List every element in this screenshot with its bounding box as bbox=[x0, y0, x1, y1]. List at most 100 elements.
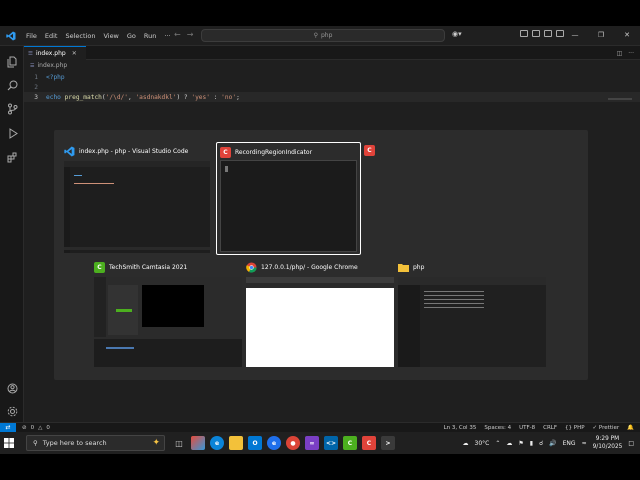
back-arrow-icon[interactable]: ← bbox=[174, 30, 181, 39]
line-ending[interactable]: CRLF bbox=[543, 425, 557, 431]
encoding[interactable]: UTF-8 bbox=[519, 425, 535, 431]
ternary-operator: ) ? bbox=[176, 93, 192, 101]
shield-icon[interactable]: ⚑ bbox=[518, 440, 523, 447]
copilot-icon[interactable]: ◉▾ bbox=[452, 30, 462, 38]
tab-close-icon[interactable]: ✕ bbox=[72, 50, 77, 57]
file-explorer-icon[interactable] bbox=[229, 436, 243, 450]
prettier-status[interactable]: ✓ Prettier bbox=[593, 425, 620, 431]
switcher-window-recording-region[interactable]: C RecordingRegionIndicator bbox=[216, 142, 361, 255]
restore-button[interactable]: ❐ bbox=[588, 26, 614, 46]
switcher-window-chrome[interactable]: 127.0.0.1/php/ - Google Chrome bbox=[246, 260, 394, 370]
vscode-taskbar-icon[interactable]: <> bbox=[324, 436, 338, 450]
toggle-panel-icon[interactable] bbox=[532, 30, 540, 37]
explorer-icon[interactable] bbox=[5, 55, 19, 69]
windows-start-icon[interactable] bbox=[0, 432, 18, 454]
toggle-primary-sidebar-icon[interactable] bbox=[520, 30, 528, 37]
language-mode[interactable]: {} PHP bbox=[565, 425, 585, 431]
menu-bar: File Edit Selection View Go Run ··· bbox=[22, 26, 175, 46]
problems-indicator[interactable]: ⊘ 0 △ 0 bbox=[22, 425, 50, 431]
window-thumbnail bbox=[220, 160, 357, 252]
notifications-bell-icon[interactable]: 🔔 bbox=[627, 425, 634, 431]
warning-count: 0 bbox=[46, 424, 50, 431]
search-highlight-icon: ✦ bbox=[152, 438, 160, 448]
toggle-secondary-sidebar-icon[interactable] bbox=[544, 30, 552, 37]
camtasia-recorder-icon[interactable]: C bbox=[364, 145, 375, 156]
terminal-icon[interactable]: > bbox=[381, 436, 395, 450]
menu-go[interactable]: Go bbox=[123, 26, 140, 46]
source-control-icon[interactable] bbox=[5, 102, 19, 116]
window-title: C RecordingRegionIndicator bbox=[220, 145, 312, 159]
weather-temp[interactable]: 30°C bbox=[475, 440, 490, 447]
no-string: 'no' bbox=[221, 93, 237, 101]
window-title: index.php - php - Visual Studio Code bbox=[64, 144, 188, 158]
network-icon[interactable]: ☌ bbox=[539, 440, 543, 447]
split-editor-icon[interactable]: ◫ bbox=[617, 50, 623, 57]
menu-run[interactable]: Run bbox=[140, 26, 160, 46]
run-debug-icon[interactable] bbox=[5, 126, 19, 140]
code-line: 2 bbox=[24, 82, 640, 92]
more-actions-icon[interactable]: ··· bbox=[628, 50, 634, 57]
language-label: PHP bbox=[573, 424, 585, 431]
taskbar-search[interactable]: ⚲ Type here to search ✦ bbox=[26, 435, 165, 451]
breadcrumb: ☰ index.php bbox=[30, 62, 67, 69]
account-icon[interactable] bbox=[5, 381, 19, 395]
vscode-logo-icon bbox=[2, 26, 20, 46]
camtasia-taskbar-icon[interactable]: C bbox=[343, 436, 357, 450]
edge-icon[interactable]: e bbox=[210, 436, 224, 450]
edge-dev-icon[interactable]: e bbox=[267, 436, 281, 450]
battery-icon[interactable]: ▮ bbox=[530, 440, 533, 447]
settings-gear-icon[interactable] bbox=[5, 404, 19, 418]
outlook-icon[interactable]: O bbox=[248, 436, 262, 450]
breadcrumb-file[interactable]: index.php bbox=[37, 62, 67, 69]
clock-time: 9:29 PM bbox=[595, 436, 620, 442]
menu-view[interactable]: View bbox=[99, 26, 122, 46]
function-name: preg_match bbox=[64, 93, 102, 101]
camtasia-icon: C bbox=[94, 261, 105, 273]
menu-file[interactable]: File bbox=[22, 26, 41, 46]
switcher-window-explorer[interactable]: php bbox=[398, 260, 546, 370]
command-center-label: php bbox=[320, 32, 333, 39]
task-view-icon[interactable]: ◫ bbox=[172, 436, 186, 450]
code-line-current: 3 echo preg_match ( '/\d/' , 'asdnakdkl'… bbox=[24, 92, 640, 102]
minimize-button[interactable]: — bbox=[562, 26, 588, 46]
tab-index-php[interactable]: ☰ index.php ✕ bbox=[24, 46, 86, 60]
windows-taskbar: ⚲ Type here to search ✦ ◫ e O e ● ∞ <> C… bbox=[0, 432, 640, 454]
close-window-button[interactable]: ✕ bbox=[614, 26, 640, 46]
remote-indicator-icon[interactable]: ⇄ bbox=[0, 422, 16, 433]
weather-icon[interactable]: ☁ bbox=[463, 440, 469, 447]
line-number: 1 bbox=[34, 73, 38, 81]
wifi-icon[interactable]: ≈ bbox=[582, 440, 587, 447]
indentation[interactable]: Spaces: 4 bbox=[484, 425, 511, 431]
visual-studio-icon[interactable]: ∞ bbox=[305, 436, 319, 450]
camtasia-recorder-icon: C bbox=[220, 146, 231, 158]
volume-icon[interactable]: 🔊 bbox=[549, 440, 556, 447]
notification-center-icon[interactable]: □ bbox=[628, 440, 634, 447]
window-title-text: TechSmith Camtasia 2021 bbox=[109, 263, 188, 271]
forward-arrow-icon[interactable]: → bbox=[187, 30, 194, 39]
code-editor[interactable]: 1 <?php 2 3 echo preg_match ( '/\d/' , '… bbox=[24, 72, 640, 102]
menu-selection[interactable]: Selection bbox=[61, 26, 99, 46]
command-center[interactable]: ⚲ php bbox=[201, 29, 445, 42]
camtasia-recorder-taskbar-icon[interactable]: C bbox=[362, 436, 376, 450]
cursor-position[interactable]: Ln 3, Col 35 bbox=[444, 425, 477, 431]
error-count: 0 bbox=[30, 424, 35, 431]
window-title: php bbox=[398, 260, 424, 274]
input-language[interactable]: ENG bbox=[563, 440, 576, 447]
switcher-window-camtasia[interactable]: C TechSmith Camtasia 2021 bbox=[94, 260, 242, 370]
chrome-taskbar-icon[interactable]: ● bbox=[286, 436, 300, 450]
clock[interactable]: 9:29 PM 9/10/2025 bbox=[593, 435, 623, 451]
chrome-icon bbox=[246, 261, 257, 273]
warning-icon: △ bbox=[38, 424, 43, 431]
menu-more[interactable]: ··· bbox=[160, 26, 174, 46]
search-icon: ⚲ bbox=[313, 32, 318, 39]
copilot-app-icon[interactable] bbox=[191, 436, 205, 450]
window-thumbnail bbox=[64, 161, 210, 253]
semicolon: ; bbox=[236, 93, 240, 101]
tray-overflow-icon[interactable]: ⌃ bbox=[495, 440, 500, 447]
cloud-icon[interactable]: ☁ bbox=[506, 440, 512, 447]
switcher-window-vscode[interactable]: index.php - php - Visual Studio Code bbox=[64, 144, 210, 254]
minimap[interactable] bbox=[608, 98, 632, 100]
extensions-icon[interactable] bbox=[5, 150, 19, 164]
menu-edit[interactable]: Edit bbox=[41, 26, 62, 46]
search-view-icon[interactable] bbox=[5, 78, 19, 92]
